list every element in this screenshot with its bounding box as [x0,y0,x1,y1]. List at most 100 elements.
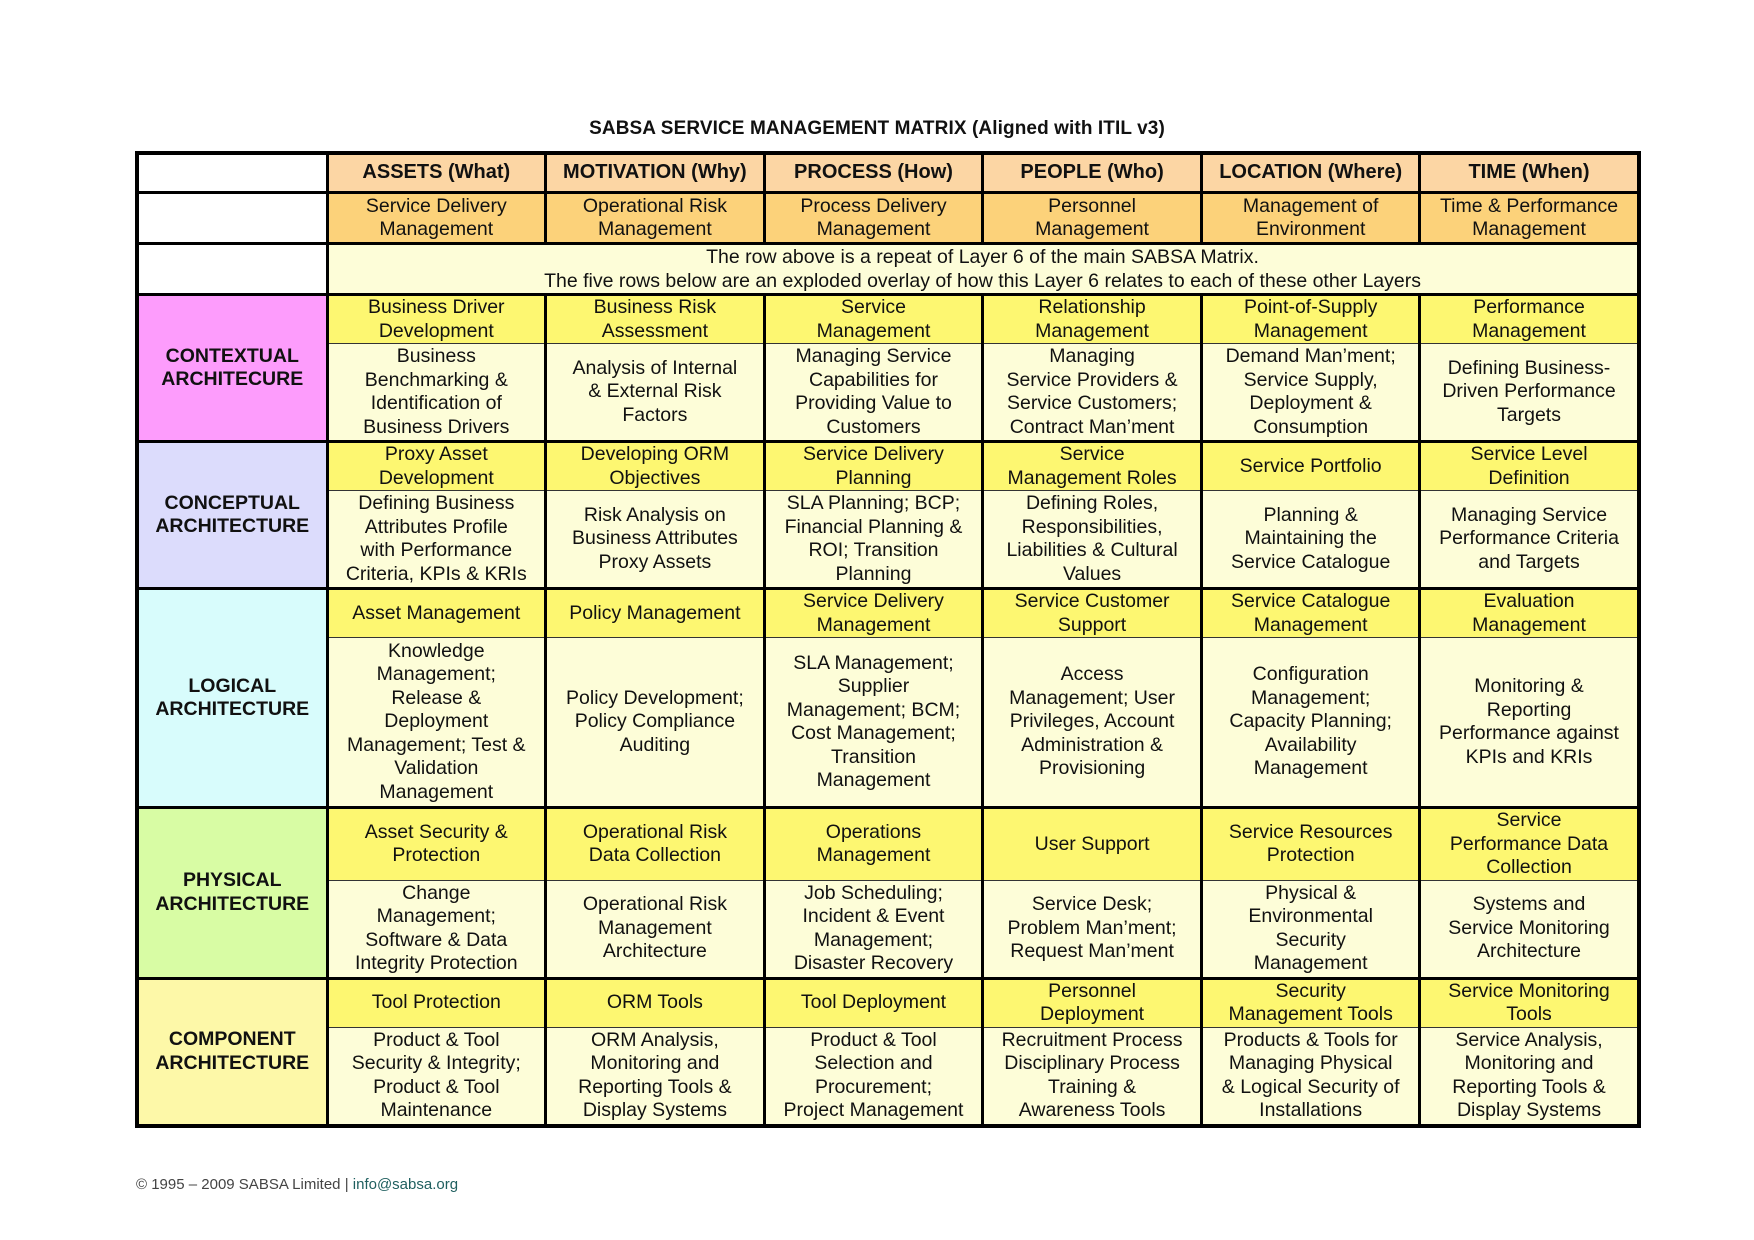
cell-title: Personnel Deployment [981,976,1203,1028]
text-line: Awareness Tools [1018,1099,1166,1121]
layer-row-physical: PHYSICAL ARCHITECTURE Asset Security & Prot… [135,806,1641,980]
text-line: Attributes Profile [364,515,508,538]
text-line: Display Systems [1456,1099,1602,1121]
text-line: Managing Service [795,345,952,367]
blank-label-cell [135,242,329,296]
text-line: Performance Data [1449,832,1609,855]
text-line: Criteria, KPIs & KRIs [345,562,527,585]
cell-title: Asset Security & Protection [325,806,548,881]
text-line: Product & Tool [373,1075,500,1098]
cell-body: Configuration Management; Capacity Plannin… [1199,637,1422,809]
text-line: Management; [813,928,934,951]
text-line: Deployment & [1249,392,1372,414]
text-line: Knowledge [388,639,485,662]
text-line: Product & Tool [810,1028,937,1051]
text-line: Benchmarking & [364,368,508,391]
text-line: & Logical Security of [1221,1075,1400,1098]
text-line: Validation [394,757,479,780]
text-line: Maintenance [380,1099,493,1121]
text-line: with Performance [360,539,513,561]
text-line: Security & Integrity; [351,1052,521,1074]
text-line: Liabilities & Cultural [1006,539,1178,561]
email-link[interactable]: info@sabsa.org [353,1176,458,1193]
text-line: Proxy Asset [384,443,488,465]
text-line: Performance [1473,296,1585,318]
text-line: ARCHITECTURE [155,892,310,915]
text-line: ORM Tools [606,991,703,1014]
text-line: Management Roles [1007,466,1177,489]
cell-title: Service Resources Protection [1199,806,1422,881]
text-line: Demand Man’ment; [1225,345,1396,367]
layer-label-physical: PHYSICAL ARCHITECTURE [135,806,329,980]
text-line: Consumption [1253,415,1369,438]
text-line: Monitoring and [1464,1052,1594,1074]
cell-body: SLA Planning; BCP; Financial Planning & RO… [762,490,985,590]
text-line: Display Systems [582,1099,727,1121]
text-line: Providing Value to [795,392,952,414]
column-header-row: ASSETS (What) MOTIVATION (Why) PROCESS (… [135,151,1641,194]
text-line: Management; [376,663,496,686]
text-line: Service Resources [1228,820,1393,843]
text-line: Service Desk; [1031,893,1153,916]
text-line: Data Collection [588,844,721,867]
cell-body: Change Management; Software & Data Integrit… [325,879,548,980]
text-line: SLA Planning; BCP; [786,492,961,514]
text-line: Service Analysis, [1455,1028,1603,1051]
layer6-cell: Operational Risk Management [544,191,766,245]
text-line: Management [1472,613,1586,636]
cell-body: Access Management; User Privileges, Accoun… [981,637,1203,809]
note-row: The row above is a repeat of Layer 6 of … [135,242,1641,296]
text-line: Disaster Recovery [793,952,954,974]
text-line: Security [1275,979,1346,1002]
corner-cell [135,151,329,194]
text-line: Developing ORM [580,443,730,465]
text-line: Service Portfolio [1239,454,1382,477]
column-header: PROCESS (How) [762,151,985,194]
cell-title: Operations Management [762,806,985,881]
text-line: Provisioning [1038,757,1146,780]
text-line: Software & Data [365,928,508,951]
text-line: Policy Development; [566,686,744,709]
text-line: Availability [1264,733,1357,756]
text-line: Time & Performance [1439,194,1619,217]
text-line: Management [1253,952,1368,974]
text-line: Objectives [609,466,701,489]
column-header: MOTIVATION (Why) [544,151,766,194]
text-line: Proxy Assets [598,550,712,573]
layer-detail-row-physical: Change Management; Software & Data Integrit… [137,879,1641,980]
text-line: Configuration [1252,663,1369,686]
text-line: Policy Compliance [574,710,736,733]
text-line: Recruitment Process [1001,1028,1183,1051]
cell-body: Products & Tools for Managing Physical & L… [1199,1026,1422,1127]
text-line: Job Scheduling; [804,881,943,904]
text-line: Tools [1506,1003,1552,1025]
text-line: Release & [391,686,482,709]
text-line: Change [402,881,471,904]
layer-label-component: COMPONENT ARCHITECTURE [135,976,329,1127]
cell-title: Relationship Management [981,293,1203,344]
cell-body: Product & Tool Selection and Procurement; P… [762,1026,985,1127]
text-line: Planning [835,466,912,489]
text-line: Asset Management [352,601,521,624]
text-line: Deployment [384,710,489,733]
page-title: SABSA SERVICE MANAGEMENT MATRIX (Aligned… [589,118,1165,139]
cell-title: Business Risk Assessment [544,293,766,344]
layer-label-logical: LOGICAL ARCHITECTURE [135,587,329,809]
text-line: Business Risk [593,296,717,318]
text-line: Management [1472,319,1586,342]
cell-body: Demand Man’ment; Service Supply, Deploymen… [1199,343,1422,443]
text-line: Defining Business [358,492,515,514]
text-line: Reporting Tools & [1452,1075,1606,1098]
text-line: Business [396,345,476,367]
text-line: Service [1496,809,1562,831]
layer-label-contextual: CONTEXTUAL ARCHITECURE [135,293,329,443]
overlay-note: The row above is a repeat of Layer 6 of … [325,242,1641,296]
text-line: Management; User [1009,686,1175,709]
text-line: ARCHITECTURE [155,515,310,537]
text-line: Business Attributes [571,527,738,550]
cell-body: Managing Service Performance Criteria and … [1418,490,1641,590]
cell-title: Proxy Asset Development [325,440,548,491]
text-line: Service [1059,443,1125,465]
footer: © 1995 – 2009 SABSA Limited | info@sabsa… [136,1176,458,1193]
text-line: Service [840,296,906,318]
